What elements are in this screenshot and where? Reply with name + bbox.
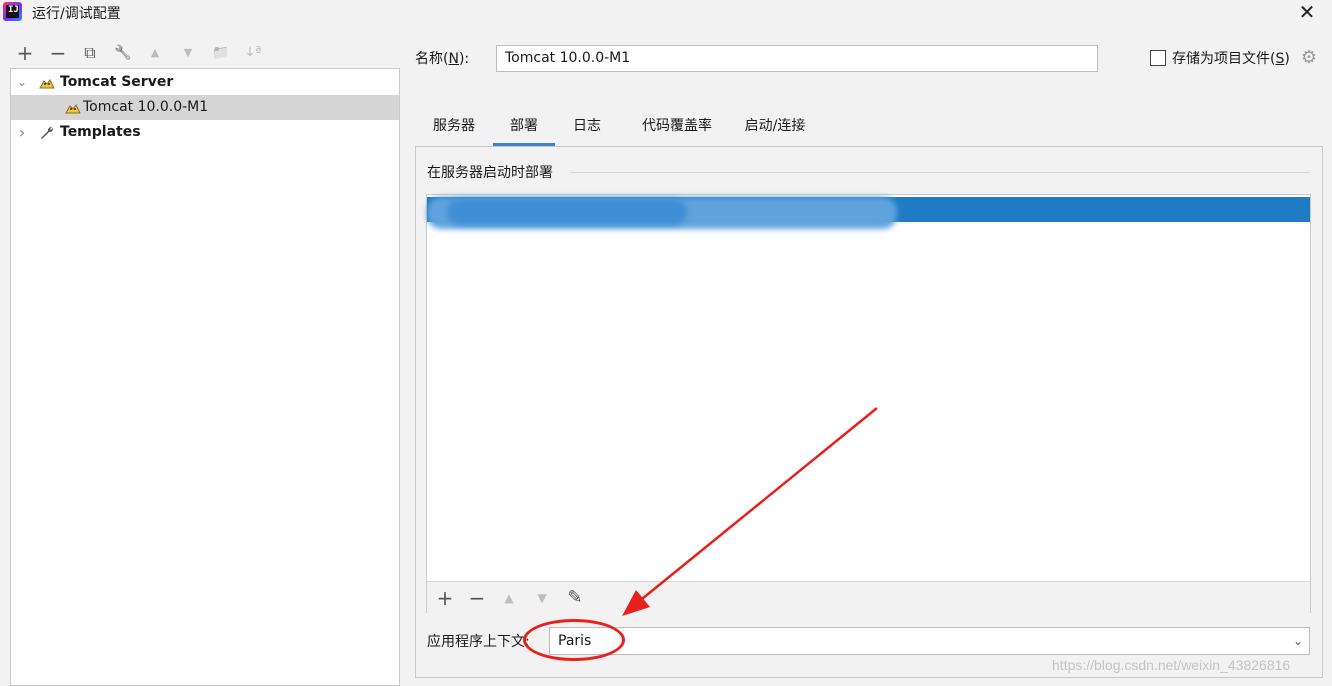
annotation-arrow — [622, 407, 878, 616]
watermark: https://blog.csdn.net/weixin_43826816 — [1052, 657, 1291, 673]
